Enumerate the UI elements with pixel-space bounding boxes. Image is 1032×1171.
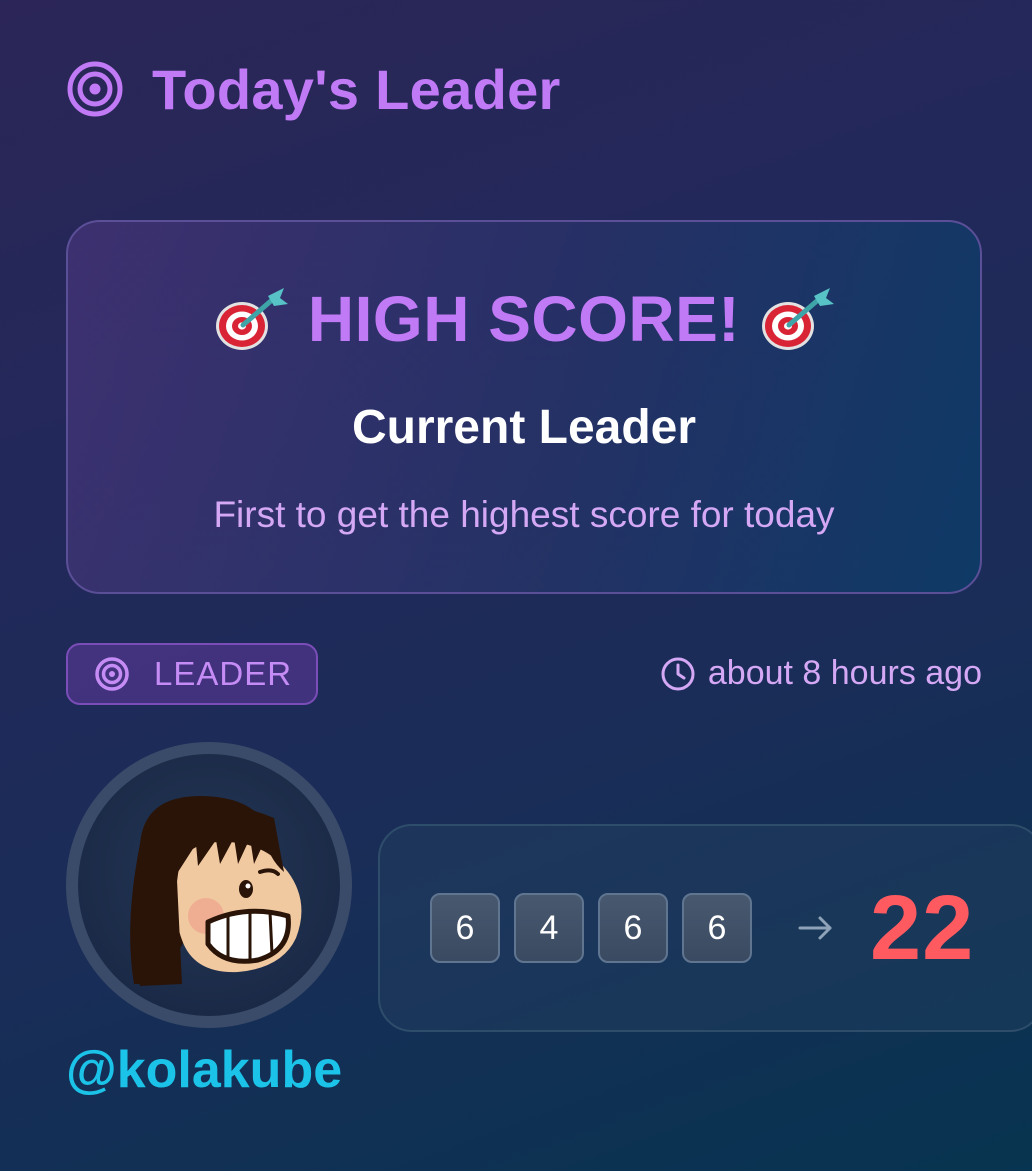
- banner-subtitle: Current Leader: [351, 401, 697, 454]
- banner-heading: HIGH SCORE!: [68, 282, 980, 356]
- die-2: 4: [514, 893, 584, 963]
- avatar-illustration: [130, 796, 302, 986]
- avatar-image: [78, 754, 340, 1016]
- banner-description: First to get the highest score for today: [213, 494, 835, 535]
- leader-badge: LEADER: [66, 643, 318, 705]
- dart-bullseye-icon: [215, 288, 288, 350]
- die-4: 6: [682, 893, 752, 963]
- clock-icon: [661, 657, 695, 690]
- username-link[interactable]: @kolakube: [66, 1040, 342, 1100]
- score-total: 22: [870, 876, 975, 979]
- high-score-heading: HIGH SCORE!: [307, 283, 741, 355]
- page-title: Today's Leader: [152, 57, 561, 121]
- badge-label: LEADER: [154, 655, 293, 692]
- timestamp-text: about 8 hours ago: [707, 654, 982, 692]
- die-3: 6: [598, 893, 668, 963]
- high-score-banner: HIGH SCORE! Current Leader First to get …: [66, 220, 982, 594]
- dice-row: 6 4 6 6: [430, 893, 766, 963]
- dart-bullseye-icon: [762, 288, 835, 350]
- arrow-right-icon: [798, 916, 832, 940]
- timestamp: about 8 hours ago: [660, 654, 982, 693]
- avatar[interactable]: [66, 742, 352, 1028]
- die-1: 6: [430, 893, 500, 963]
- target-icon: [95, 657, 129, 691]
- target-icon: [67, 61, 123, 117]
- page-header: Today's Leader: [66, 56, 561, 122]
- score-card: 6 4 6 6 22: [378, 824, 1032, 1032]
